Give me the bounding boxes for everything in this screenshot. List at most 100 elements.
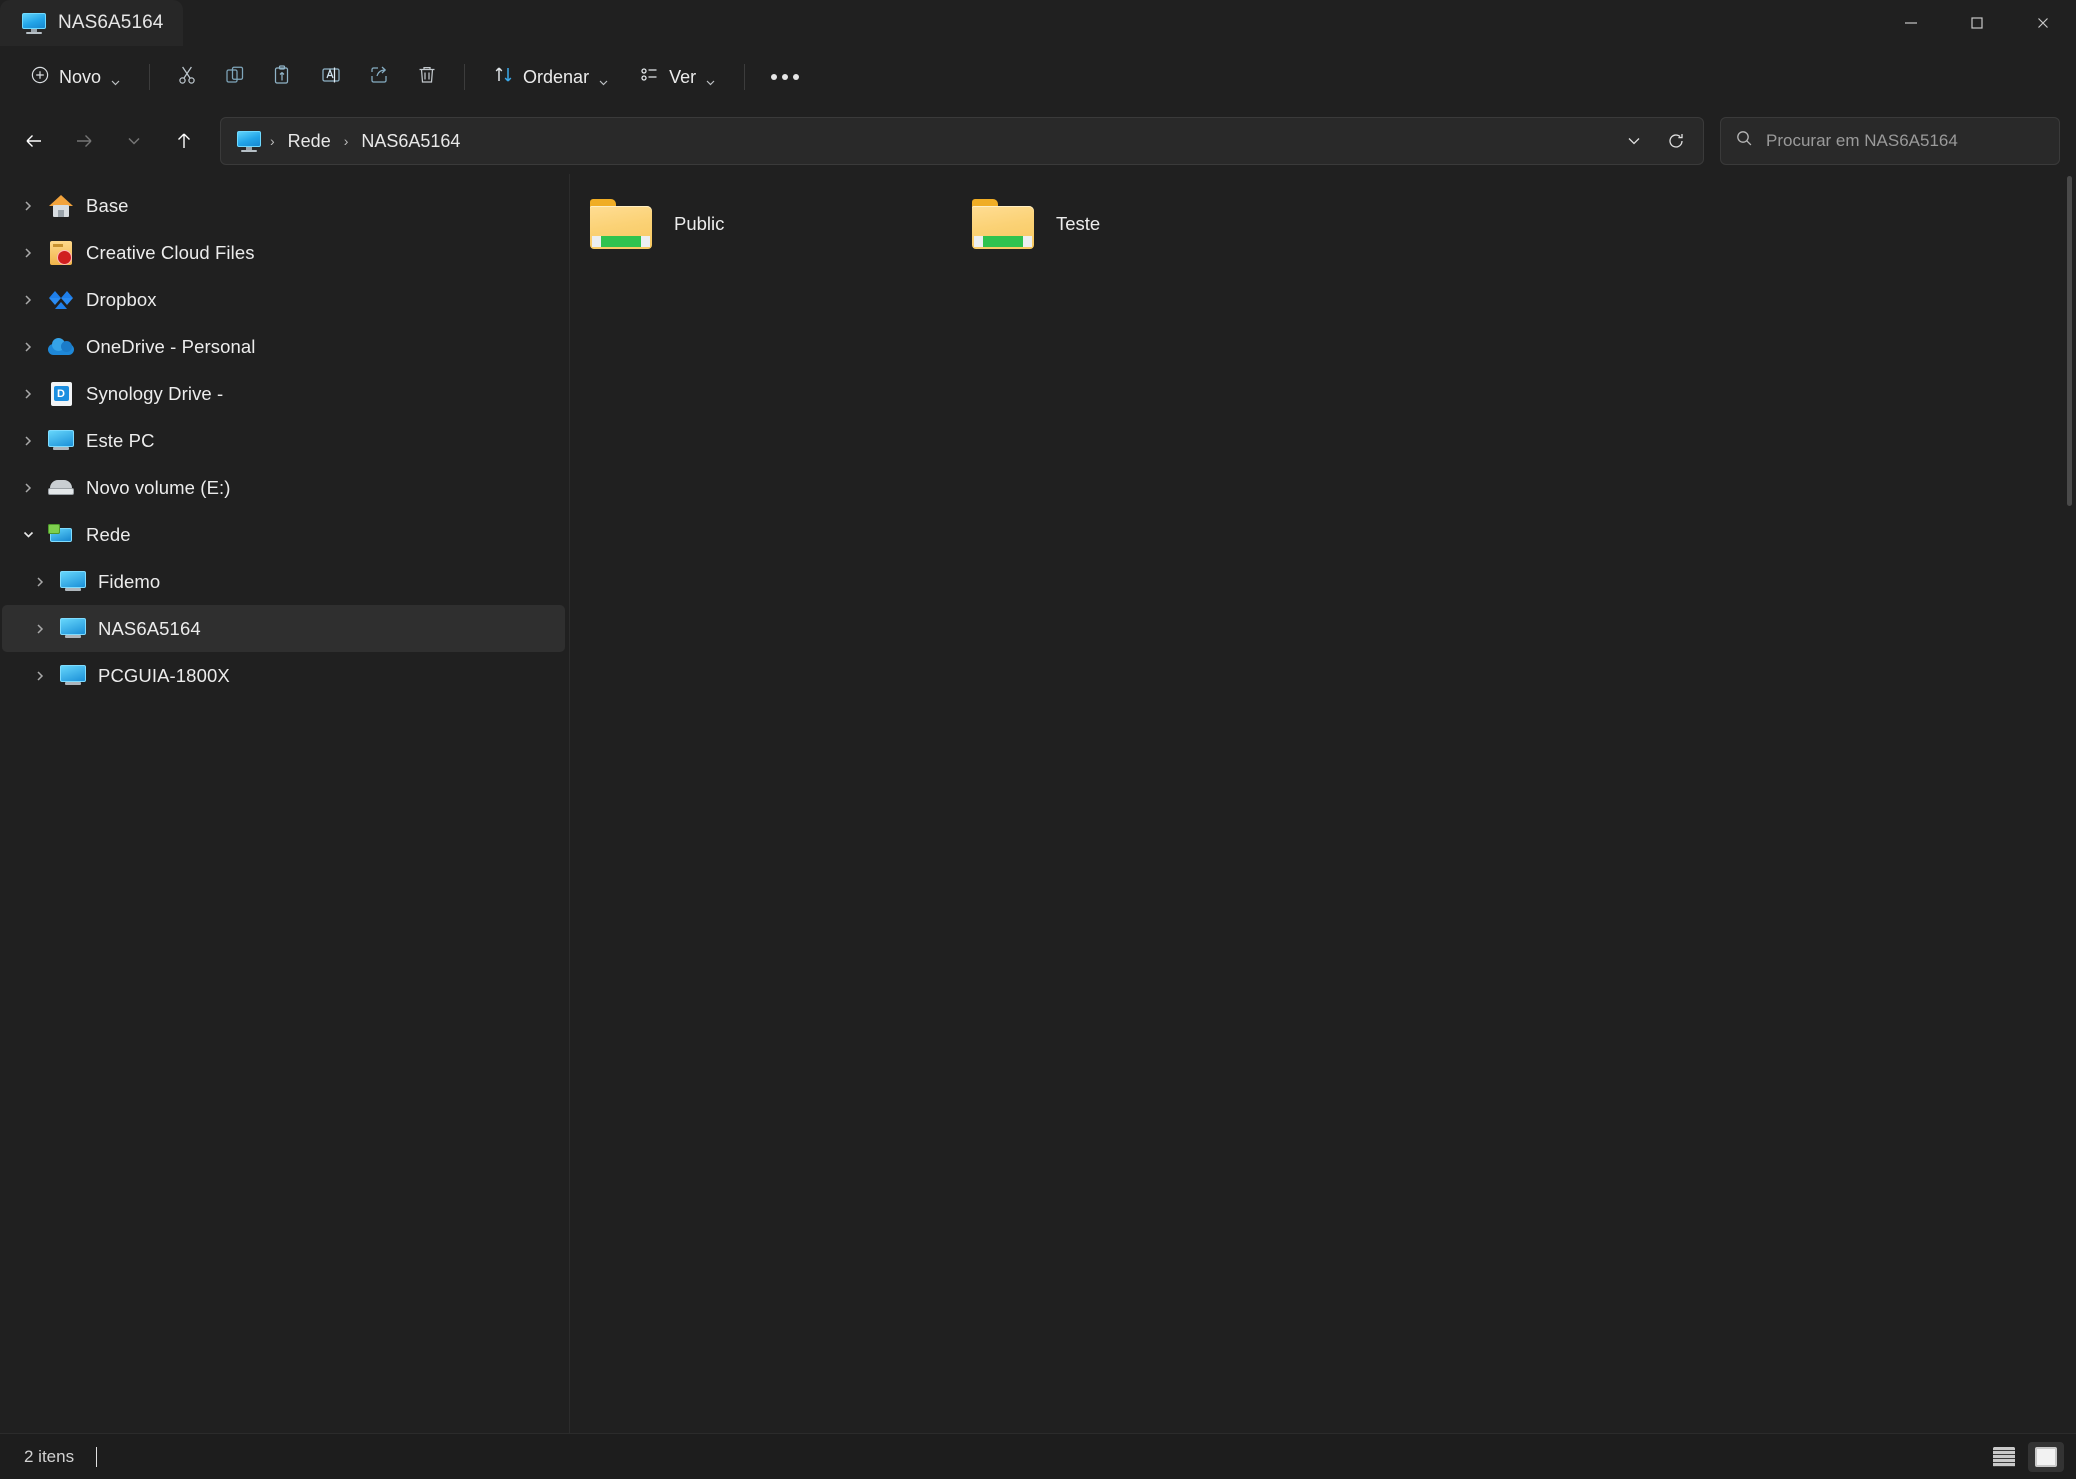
chevron-right-icon[interactable] bbox=[10, 387, 46, 401]
sidebar-item-este-pc[interactable]: Este PC bbox=[2, 417, 565, 464]
sidebar-item-label: NAS6A5164 bbox=[98, 617, 201, 639]
search-icon bbox=[1735, 129, 1754, 153]
scissors-icon bbox=[176, 64, 198, 91]
network-icon bbox=[46, 523, 76, 546]
close-button[interactable] bbox=[2010, 0, 2076, 46]
refresh-button[interactable] bbox=[1655, 121, 1697, 161]
window-title: NAS6A5164 bbox=[58, 12, 164, 33]
sidebar-item-novo-volume-e[interactable]: Novo volume (E:) bbox=[2, 464, 565, 511]
sidebar-item-creative-cloud-files[interactable]: Creative Cloud Files bbox=[2, 229, 565, 276]
copy-icon bbox=[224, 64, 246, 91]
address-bar[interactable]: › Rede › NAS6A5164 bbox=[220, 117, 1704, 165]
sidebar-item-label: PCGUIA-1800X bbox=[98, 664, 230, 686]
new-button-label: Novo bbox=[59, 66, 102, 87]
navigation-pane[interactable]: Base Creative Cloud Files Dropbox OneDri… bbox=[0, 174, 570, 1433]
dropbox-icon bbox=[46, 289, 76, 311]
status-divider bbox=[96, 1446, 98, 1467]
sidebar-item-onedrive-personal[interactable]: OneDrive - Personal bbox=[2, 323, 565, 370]
sidebar-item-fidemo[interactable]: Fidemo bbox=[2, 558, 565, 605]
back-button[interactable] bbox=[10, 117, 58, 165]
search-placeholder: Procurar em NAS6A5164 bbox=[1766, 131, 1958, 150]
new-button[interactable]: Novo bbox=[16, 55, 135, 99]
computer-icon bbox=[58, 571, 88, 592]
list-item[interactable]: Teste bbox=[960, 192, 1342, 256]
explorer-body: Base Creative Cloud Files Dropbox OneDri… bbox=[0, 174, 2076, 1433]
sort-button[interactable]: Ordenar bbox=[479, 55, 623, 99]
recent-locations-button[interactable] bbox=[110, 117, 158, 165]
file-list-pane[interactable]: Public Teste bbox=[570, 174, 2076, 1433]
large-icons-view-icon bbox=[2035, 1446, 2057, 1467]
list-item-label: Public bbox=[674, 213, 725, 234]
more-options-button[interactable] bbox=[759, 55, 811, 99]
sidebar-item-label: Creative Cloud Files bbox=[86, 241, 255, 263]
paste-button[interactable] bbox=[260, 55, 306, 99]
sidebar-item-pcguia-1800x[interactable]: PCGUIA-1800X bbox=[2, 652, 565, 699]
share-icon bbox=[368, 64, 390, 91]
paste-icon bbox=[272, 64, 294, 91]
breadcrumb-separator: › bbox=[343, 133, 349, 149]
command-bar: Novo Ordenar Ver bbox=[0, 46, 2076, 108]
trash-icon bbox=[416, 64, 438, 91]
this-pc-icon bbox=[46, 430, 76, 451]
delete-button[interactable] bbox=[404, 55, 450, 99]
sort-arrows-icon bbox=[493, 64, 514, 90]
sidebar-item-label: Novo volume (E:) bbox=[86, 476, 231, 498]
view-button[interactable]: Ver bbox=[625, 55, 730, 99]
forward-button[interactable] bbox=[60, 117, 108, 165]
rename-button[interactable] bbox=[308, 55, 354, 99]
chevron-right-icon[interactable] bbox=[10, 434, 46, 448]
maximize-button[interactable] bbox=[1944, 0, 2010, 46]
drive-icon bbox=[46, 480, 76, 495]
chevron-right-icon[interactable] bbox=[22, 669, 58, 683]
chevron-right-icon[interactable] bbox=[10, 293, 46, 307]
chevron-right-icon[interactable] bbox=[10, 481, 46, 495]
list-item[interactable]: Public bbox=[578, 192, 960, 256]
scrollbar-thumb[interactable] bbox=[2067, 176, 2072, 506]
sidebar-item-synology-drive[interactable]: D Synology Drive - bbox=[2, 370, 565, 417]
list-item-label: Teste bbox=[1056, 213, 1101, 234]
sidebar-item-dropbox[interactable]: Dropbox bbox=[2, 276, 565, 323]
sidebar-item-label: Este PC bbox=[86, 429, 155, 451]
chevron-right-icon[interactable] bbox=[22, 622, 58, 636]
sidebar-item-label: Base bbox=[86, 194, 129, 216]
minimize-button[interactable] bbox=[1878, 0, 1944, 46]
large-icons-view-button[interactable] bbox=[2028, 1441, 2064, 1472]
share-button[interactable] bbox=[356, 55, 402, 99]
copy-button[interactable] bbox=[212, 55, 258, 99]
title-bar: NAS6A5164 bbox=[0, 0, 2076, 46]
chevron-down-icon[interactable] bbox=[10, 527, 46, 542]
view-list-icon bbox=[639, 64, 660, 90]
home-icon bbox=[46, 194, 76, 217]
breadcrumb: › Rede › NAS6A5164 bbox=[267, 126, 1613, 157]
chevron-right-icon[interactable] bbox=[10, 199, 46, 213]
window-tab[interactable]: NAS6A5164 bbox=[0, 0, 184, 46]
address-history-button[interactable] bbox=[1613, 121, 1655, 161]
file-explorer-window: NAS6A5164 Novo Ordenar Ver › Rede › NAS6… bbox=[0, 0, 2076, 1479]
sidebar-item-nas6a5164[interactable]: NAS6A5164 bbox=[2, 605, 565, 652]
shared-folder-icon bbox=[972, 199, 1034, 249]
up-button[interactable] bbox=[160, 117, 208, 165]
chevron-down-icon bbox=[705, 72, 716, 85]
sidebar-item-label: Synology Drive - bbox=[86, 382, 224, 404]
chevron-right-icon[interactable] bbox=[22, 575, 58, 589]
cut-button[interactable] bbox=[164, 55, 210, 99]
vertical-scrollbar[interactable] bbox=[2066, 174, 2074, 1433]
details-view-button[interactable] bbox=[1986, 1442, 2022, 1472]
onedrive-icon bbox=[46, 338, 76, 355]
chevron-right-icon[interactable] bbox=[10, 246, 46, 260]
breadcrumb-item-nas[interactable]: NAS6A5164 bbox=[353, 126, 468, 157]
search-box[interactable]: Procurar em NAS6A5164 bbox=[1720, 117, 2060, 165]
plus-circle-icon bbox=[30, 65, 50, 90]
sidebar-item-base[interactable]: Base bbox=[2, 182, 565, 229]
sidebar-item-rede[interactable]: Rede bbox=[2, 511, 565, 558]
chevron-right-icon[interactable] bbox=[10, 340, 46, 354]
rename-icon bbox=[320, 64, 342, 91]
sidebar-item-label: Rede bbox=[86, 523, 131, 545]
breadcrumb-separator: › bbox=[270, 133, 275, 149]
breadcrumb-item-rede[interactable]: Rede bbox=[280, 126, 339, 157]
items-grid: Public Teste bbox=[578, 188, 2076, 260]
chevron-down-icon bbox=[110, 72, 121, 85]
synology-icon: D bbox=[46, 381, 76, 406]
sidebar-item-label: Dropbox bbox=[86, 288, 157, 310]
navigation-bar: › Rede › NAS6A5164 Procurar em NAS6A5164 bbox=[0, 108, 2076, 174]
